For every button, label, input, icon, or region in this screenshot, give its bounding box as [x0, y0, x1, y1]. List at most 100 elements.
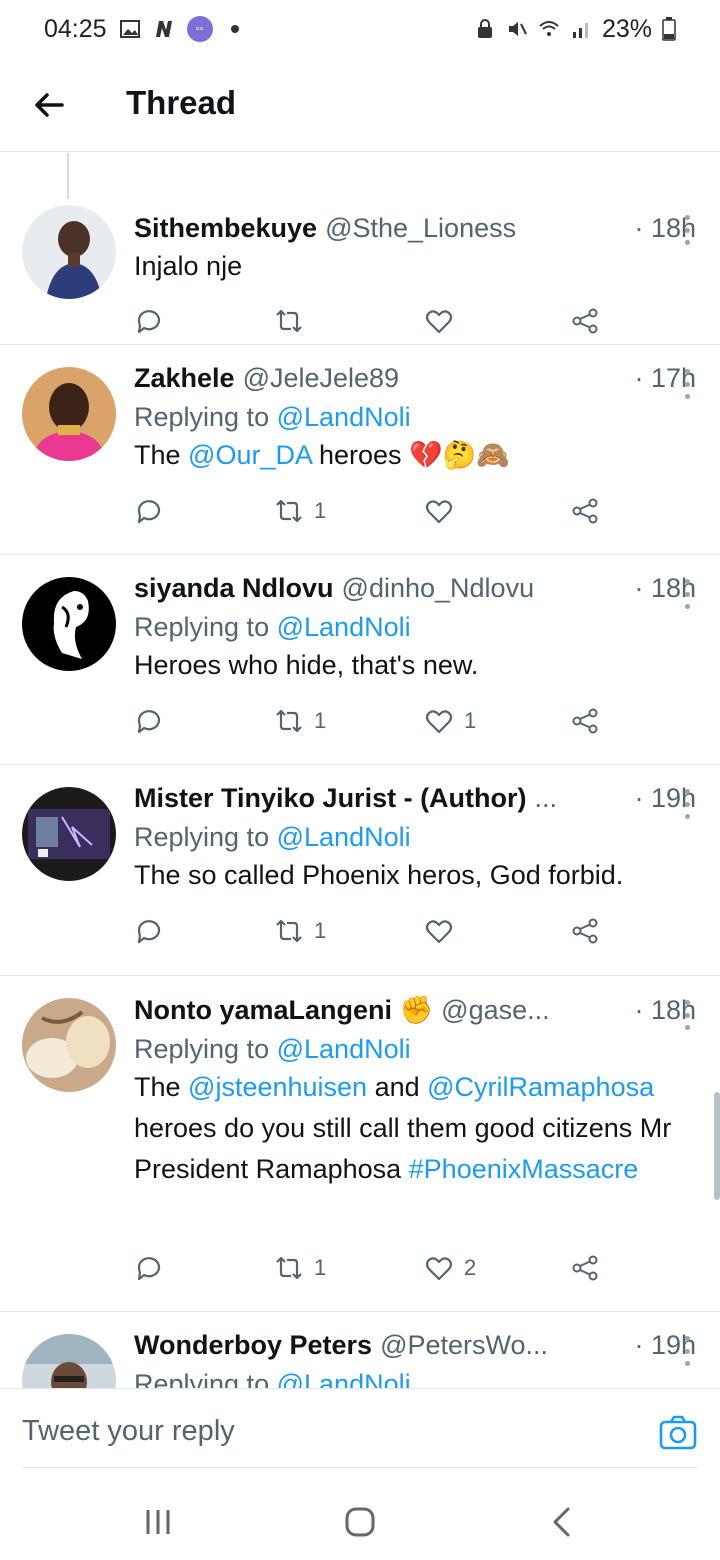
more-options-icon[interactable] [682, 215, 692, 245]
tweet[interactable]: Nonto yamaLangeni ✊ @gase... · 18h Reply… [0, 976, 720, 1312]
reply-button[interactable] [134, 1253, 174, 1283]
system-nav-bar [0, 1480, 720, 1560]
retweet-icon [276, 919, 302, 943]
back-arrow-icon[interactable] [32, 88, 66, 122]
display-name[interactable]: Nonto yamaLangeni ✊ [134, 994, 433, 1026]
reply-icon [137, 1257, 161, 1281]
home-icon[interactable] [340, 1502, 380, 1542]
tweet-actions: 1 [134, 491, 700, 531]
tweet[interactable]: siyanda Ndlovu @dinho_Ndlovu · 18h Reply… [0, 555, 720, 765]
tweet-header: Wonderboy Peters @PetersWo... · 19h [134, 1330, 696, 1361]
display-name[interactable]: Wonderboy Peters [134, 1330, 372, 1361]
display-name[interactable]: Sithembekuye [134, 213, 317, 244]
share-button[interactable] [570, 496, 600, 526]
like-count: 2 [464, 1255, 477, 1280]
thread-header: Thread [0, 58, 720, 152]
share-button[interactable] [570, 916, 600, 946]
more-options-icon[interactable] [682, 789, 692, 819]
user-handle[interactable]: @JeleJele89 [243, 363, 400, 394]
retweet-icon [276, 499, 302, 523]
scrollbar[interactable] [714, 1092, 720, 1200]
tweet-text: Heroes who hide, that's new. [134, 650, 479, 680]
user-handle[interactable]: ... [535, 783, 558, 814]
tweet[interactable]: Zakhele @JeleJele89 · 17h Replying to @L… [0, 345, 720, 555]
display-name[interactable]: Mister Tinyiko Jurist - (Author) [134, 783, 527, 814]
retweet-button[interactable]: 1 [274, 1253, 326, 1283]
tweet-link[interactable]: #PhoenixMassacre [409, 1154, 639, 1184]
tweet-link[interactable]: @CyrilRamaphosa [427, 1072, 654, 1102]
retweet-button[interactable]: 1 [274, 496, 326, 526]
tweet[interactable]: Mister Tinyiko Jurist - (Author) ... · 1… [0, 765, 720, 976]
back-nav-icon[interactable] [542, 1502, 582, 1542]
reply-button[interactable] [134, 306, 174, 336]
reply-input-underline [22, 1467, 698, 1468]
avatar[interactable] [22, 367, 116, 461]
tweet-actions: 1 1 [134, 701, 700, 741]
retweet-button[interactable]: 1 [274, 706, 326, 736]
app-badge-icon: ▫▫ [186, 16, 213, 42]
reply-button[interactable] [134, 706, 174, 736]
share-button[interactable] [570, 306, 600, 336]
share-button[interactable] [570, 706, 600, 736]
battery-percent: 23% [601, 14, 652, 43]
retweet-count: 1 [314, 498, 327, 523]
reply-composer[interactable]: Tweet your reply [0, 1388, 720, 1480]
more-options-icon[interactable] [682, 1336, 692, 1366]
camera-icon[interactable] [658, 1413, 698, 1453]
avatar[interactable] [22, 205, 116, 299]
tweet-text: The so called Phoenix heros, God forbid. [134, 860, 624, 890]
thread-feed[interactable]: Sithembekuye @Sthe_Lioness · 18h Injalo … [0, 153, 720, 1388]
display-name[interactable]: Zakhele [134, 363, 235, 394]
like-button[interactable] [424, 496, 464, 526]
avatar[interactable] [22, 998, 116, 1092]
more-options-icon[interactable] [682, 369, 692, 399]
replying-to-handle[interactable]: @LandNoli [277, 402, 411, 432]
tweet[interactable]: Wonderboy Peters @PetersWo... · 19h Repl… [0, 1312, 720, 1388]
tweet-body: The so called Phoenix heros, God forbid. [134, 855, 696, 896]
like-button[interactable] [424, 306, 464, 336]
reply-icon [137, 500, 161, 524]
retweet-button[interactable] [274, 306, 314, 336]
tweet-body: The @jsteenhuisen and @CyrilRamaphosa he… [134, 1067, 696, 1190]
more-options-icon[interactable] [682, 1000, 692, 1030]
share-button[interactable] [570, 1253, 600, 1283]
display-name[interactable]: siyanda Ndlovu [134, 573, 334, 604]
tweet-actions: 1 [134, 911, 700, 951]
gallery-icon [119, 20, 140, 38]
replying-to-handle[interactable]: @LandNoli [277, 1034, 411, 1064]
replying-to-handle[interactable]: @LandNoli [277, 1369, 411, 1388]
tweet-link[interactable]: @jsteenhuisen [188, 1072, 367, 1102]
heart-icon [425, 710, 453, 734]
reply-button[interactable] [134, 916, 174, 946]
wifi-icon [539, 21, 559, 36]
share-icon [572, 308, 598, 334]
reply-input[interactable]: Tweet your reply [22, 1415, 235, 1448]
user-handle[interactable]: @dinho_Ndlovu [342, 573, 535, 604]
share-icon [572, 708, 598, 734]
replying-to-label: Replying to [134, 1369, 270, 1388]
tweet-header: Mister Tinyiko Jurist - (Author) ... · 1… [134, 783, 696, 814]
heart-icon [425, 500, 453, 524]
replying-to-handle[interactable]: @LandNoli [277, 612, 411, 642]
avatar[interactable] [22, 787, 116, 881]
user-handle[interactable]: @gase... [441, 995, 549, 1026]
page-title: Thread [126, 84, 237, 121]
tweet-text: and [367, 1072, 428, 1102]
reply-button[interactable] [134, 496, 174, 526]
avatar[interactable] [22, 577, 116, 671]
tweet-link[interactable]: @Our_DA [188, 440, 311, 470]
user-handle[interactable]: @Sthe_Lioness [325, 213, 516, 244]
like-button[interactable]: 2 [424, 1253, 476, 1283]
like-button[interactable]: 1 [424, 706, 476, 736]
recent-apps-icon[interactable] [138, 1502, 178, 1542]
user-handle[interactable]: @PetersWo... [380, 1330, 548, 1361]
like-button[interactable] [424, 916, 464, 946]
retweet-icon [276, 309, 302, 333]
retweet-icon [276, 1256, 302, 1280]
more-options-icon[interactable] [682, 579, 692, 609]
retweet-button[interactable]: 1 [274, 916, 326, 946]
replying-to: Replying to @LandNoli [134, 1034, 696, 1065]
avatar[interactable] [22, 1334, 116, 1388]
replying-to-handle[interactable]: @LandNoli [277, 822, 411, 852]
tweet[interactable]: Sithembekuye @Sthe_Lioness · 18h Injalo … [0, 165, 720, 345]
